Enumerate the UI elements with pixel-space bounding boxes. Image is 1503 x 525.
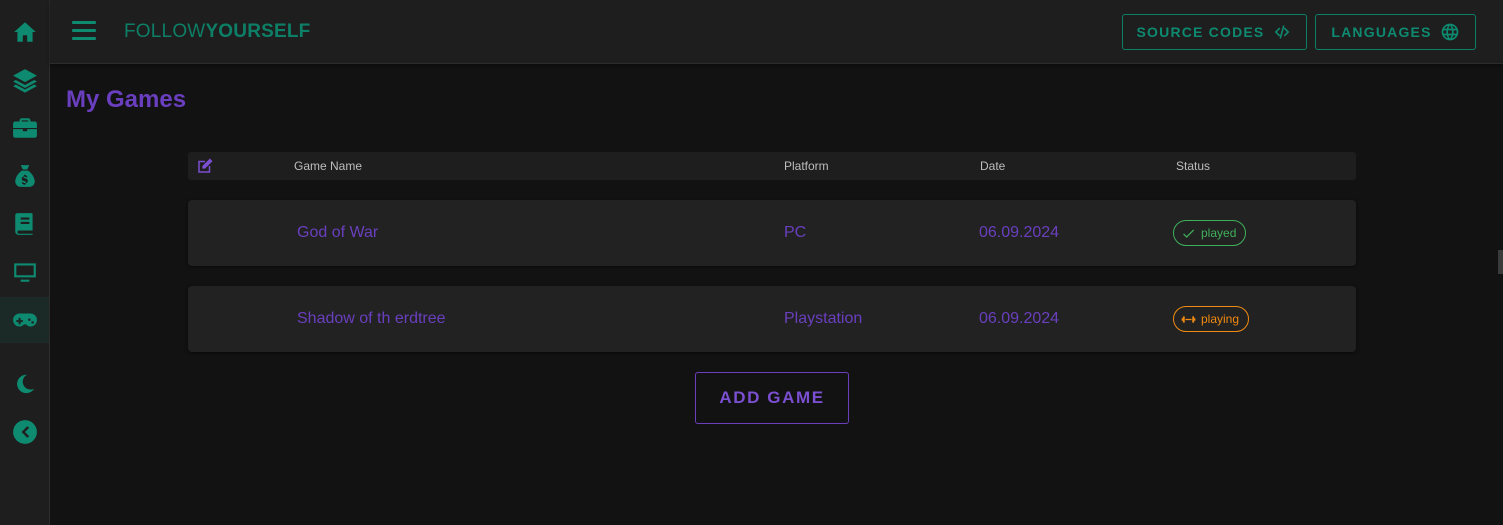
sidebar-item-layers[interactable]: [0, 57, 49, 103]
menu-icon: [72, 21, 96, 24]
edit-button[interactable]: [196, 157, 214, 175]
game-platform: PC: [784, 224, 807, 241]
column-header-game-name: Game Name: [294, 159, 363, 173]
book-icon: [14, 213, 33, 235]
sidebar-collapse-button[interactable]: [0, 409, 49, 455]
sidebar-item-media[interactable]: [0, 249, 49, 295]
edit-icon: [198, 158, 213, 173]
top-bar: FOLLOWYOURSELF SOURCE CODES LANGUAGES: [50, 0, 1503, 64]
home-icon: [13, 22, 36, 42]
game-platform: Playstation: [784, 310, 863, 327]
sidebar-item-finance[interactable]: [0, 153, 49, 199]
briefcase-icon: [12, 118, 37, 138]
monitor-icon: [13, 263, 36, 282]
sidebar-item-books[interactable]: [0, 201, 49, 247]
code-icon: [1275, 25, 1290, 39]
game-name: God of War: [297, 224, 379, 241]
sidebar-item-home[interactable]: [0, 9, 49, 55]
column-header-status: Status: [1176, 159, 1211, 173]
status-badge: played: [1173, 220, 1247, 246]
collapse-arrow-icon: [12, 420, 37, 444]
column-header-platform: Platform: [784, 159, 829, 173]
gamepad-icon: [12, 313, 37, 327]
languages-label: LANGUAGES: [1331, 24, 1432, 40]
sidebar: [0, 0, 50, 525]
game-date: 06.09.2024: [979, 224, 1060, 241]
menu-button[interactable]: [72, 21, 96, 43]
page-title: My Games: [66, 86, 187, 113]
sidebar-item-games[interactable]: [0, 297, 49, 343]
game-date: 06.09.2024: [979, 310, 1060, 327]
brand-logo[interactable]: FOLLOWYOURSELF: [124, 21, 311, 43]
column-header-date: Date: [980, 159, 1006, 173]
source-codes-label: SOURCE CODES: [1136, 24, 1265, 40]
table-row[interactable]: Shadow of th erdtree Playstation 06.09.2…: [188, 286, 1356, 352]
table-row[interactable]: God of War PC 06.09.2024 played: [188, 200, 1356, 266]
money-bag-icon: [14, 165, 35, 187]
sidebar-item-work[interactable]: [0, 105, 49, 151]
status-badge: playing: [1173, 306, 1250, 332]
theme-toggle[interactable]: [0, 361, 49, 407]
add-game-button[interactable]: ADD GAME: [695, 372, 849, 424]
dumbbell-icon: [1181, 315, 1196, 323]
game-name: Shadow of th erdtree: [297, 310, 446, 327]
moon-icon: [16, 374, 34, 394]
languages-button[interactable]: LANGUAGES: [1315, 14, 1476, 50]
source-codes-button[interactable]: SOURCE CODES: [1122, 14, 1307, 50]
layers-icon: [12, 69, 37, 93]
scrollbar-handle[interactable]: [1498, 250, 1503, 274]
table-header: Game Name Platform Date Status: [188, 152, 1356, 180]
globe-icon: [1441, 23, 1458, 41]
check-icon: [1183, 229, 1195, 238]
